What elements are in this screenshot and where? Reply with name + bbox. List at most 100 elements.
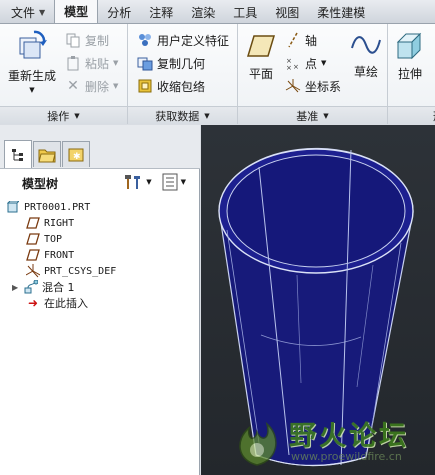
tree-node-label: RIGHT <box>44 217 75 229</box>
chevron-down-icon: ▼ <box>323 111 329 120</box>
tab-analysis[interactable]: 分析 <box>98 1 140 23</box>
list-options-icon <box>162 173 178 191</box>
tab-flexible-modeling[interactable]: 柔性建模 <box>308 1 374 23</box>
settings-tools-button[interactable]: ▼ <box>123 173 152 191</box>
copy-button[interactable]: 复制 <box>64 30 109 50</box>
tab-render-label: 渲染 <box>191 5 216 20</box>
panel-tabs: ✱ <box>0 125 200 169</box>
tree-header-tools: ▼ ▼ <box>123 173 186 191</box>
axis-label: 轴 <box>305 33 318 48</box>
extrude-label: 拉伸 <box>397 67 422 81</box>
tab-render[interactable]: 渲染 <box>182 1 224 23</box>
ribbon: 重新生成 ▼ 复制 粘贴 ▼ ✕ 删除 ▼ 操作 ▼ 用户定义特征 复制几何 收… <box>0 24 435 124</box>
tab-view[interactable]: 视图 <box>266 1 308 23</box>
tree-node-part[interactable]: PRT0001.PRT <box>6 199 90 215</box>
show-options-button[interactable]: ▼ <box>162 173 186 191</box>
chevron-down-icon: ▼ <box>39 7 46 17</box>
csys-label: 坐标系 <box>305 79 342 94</box>
delete-button[interactable]: ✕ 删除 ▼ <box>64 76 118 96</box>
paste-label: 粘贴 <box>85 56 110 71</box>
datum-point-icon: × × × <box>284 54 302 72</box>
sketch-label: 草绘 <box>353 65 378 79</box>
tree-node-csys[interactable]: PRT_CSYS_DEF <box>26 263 116 279</box>
tab-file[interactable]: 文件 ▼ <box>2 1 54 23</box>
insert-here-arrow-icon: ➜ <box>27 296 39 310</box>
tree-node-label: PRT0001.PRT <box>24 201 91 213</box>
tab-tools[interactable]: 工具 <box>224 1 266 23</box>
tree-node-insert-here[interactable]: ➜ 在此插入 <box>26 295 88 311</box>
chevron-down-icon: ▼ <box>146 178 152 186</box>
axis-button[interactable]: 轴 <box>284 30 317 50</box>
chevron-down-icon: ▼ <box>204 111 210 120</box>
plane-button[interactable]: 平面 <box>244 32 278 82</box>
tree-node-top[interactable]: TOP <box>26 231 62 247</box>
tree-node-blend[interactable]: ▶ 混合 1 <box>12 279 75 295</box>
tab-analysis-label: 分析 <box>107 5 132 20</box>
delete-x-icon: ✕ <box>67 78 79 94</box>
regenerate-icon <box>19 30 47 59</box>
chevron-down-icon: ▼ <box>180 178 186 186</box>
tools-hammer-icon <box>125 175 141 189</box>
extrude-button[interactable]: 拉伸 <box>392 30 428 82</box>
regenerate-button[interactable]: 重新生成 ▼ <box>6 28 58 94</box>
tab-view-label: 视图 <box>275 5 300 20</box>
extrude-icon <box>396 32 422 60</box>
model-tree-header: 模型树 ▼ ▼ <box>0 169 200 197</box>
point-button[interactable]: × × × 点 ▼ <box>284 53 326 73</box>
group-label-datum-text: 基准 <box>296 109 319 123</box>
chevron-down-icon: ▼ <box>29 86 35 94</box>
expand-arrow-icon[interactable]: ▶ <box>12 283 24 292</box>
tree-node-label: TOP <box>44 233 63 245</box>
csys-button[interactable]: 坐标系 <box>284 76 341 96</box>
copy-label: 复制 <box>85 33 110 48</box>
part-icon <box>6 200 20 214</box>
tab-model[interactable]: 模型 <box>54 0 99 23</box>
point-label: 点 <box>305 56 318 71</box>
group-get-data: 用户定义特征 复制几何 收缩包络 获取数据 ▼ <box>128 24 238 124</box>
shrinkwrap-label: 收缩包络 <box>157 79 206 94</box>
tab-model-tree[interactable] <box>4 140 32 168</box>
group-label-shapes[interactable]: 形 <box>388 106 435 124</box>
datum-plane-icon <box>26 248 40 262</box>
chevron-down-icon: ▼ <box>113 82 119 90</box>
paste-button[interactable]: 粘贴 ▼ <box>64 53 118 73</box>
forum-watermark: 野火论坛 www.proewildfire.cn <box>225 408 435 475</box>
group-label-datum[interactable]: 基准 ▼ <box>238 106 387 124</box>
group-label-get-data-text: 获取数据 <box>155 109 200 123</box>
copy-geometry-button[interactable]: 复制几何 <box>136 53 205 73</box>
chevron-down-icon: ▼ <box>74 111 80 120</box>
fire-logo-icon <box>239 421 277 466</box>
shrinkwrap-button[interactable]: 收缩包络 <box>136 76 205 96</box>
udf-icon <box>136 31 154 49</box>
svg-text:×: × <box>293 63 299 71</box>
model-tree-title: 模型树 <box>22 176 59 191</box>
tab-favorites[interactable]: ✱ <box>62 141 90 167</box>
paste-icon <box>64 54 82 72</box>
tree-node-label: PRT_CSYS_DEF <box>44 265 117 277</box>
tab-tools-label: 工具 <box>233 5 258 20</box>
regenerate-label: 重新生成 <box>7 69 56 83</box>
csys-icon <box>26 264 40 278</box>
model-tree-panel: ✱ 模型树 ▼ ▼ PRT0001.PRT RIGHT TOP FRONT PR… <box>0 125 200 475</box>
sketch-button[interactable]: 草绘 <box>348 30 384 80</box>
copy-geometry-icon <box>136 54 154 72</box>
copy-geometry-label: 复制几何 <box>157 56 206 71</box>
group-datum: 平面 轴 × × × 点 ▼ 坐标系 草绘 基准 ▼ <box>238 24 388 124</box>
tree-node-right[interactable]: RIGHT <box>26 215 74 231</box>
favorites-star-icon: ✱ <box>68 148 84 162</box>
group-label-operations[interactable]: 操作 ▼ <box>0 106 127 124</box>
tab-flexible-modeling-label: 柔性建模 <box>317 5 366 20</box>
tree-node-label: 在此插入 <box>44 297 88 310</box>
axis-icon <box>284 31 302 49</box>
chevron-down-icon: ▼ <box>113 59 119 67</box>
tab-annotate[interactable]: 注释 <box>140 1 182 23</box>
tree-node-front[interactable]: FRONT <box>26 247 74 263</box>
tab-folder-browser[interactable] <box>33 141 61 167</box>
udf-button[interactable]: 用户定义特征 <box>136 30 229 50</box>
udf-label: 用户定义特征 <box>157 33 230 48</box>
csys-icon <box>284 77 302 95</box>
tab-file-label: 文件 <box>11 5 36 20</box>
tab-annotate-label: 注释 <box>149 5 174 20</box>
group-label-get-data[interactable]: 获取数据 ▼ <box>128 106 237 124</box>
svg-text:×: × <box>286 64 292 71</box>
